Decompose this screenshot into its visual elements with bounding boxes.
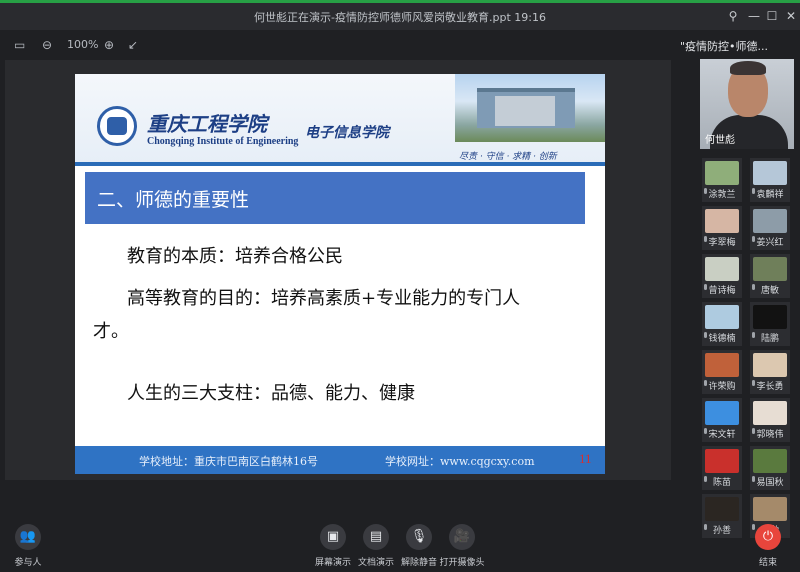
zoom-level: 100%	[67, 38, 99, 51]
sidebar-toggle-icon[interactable]: ▭	[14, 37, 25, 53]
pin-icon[interactable]: ⚲	[725, 8, 741, 24]
school-name-en: Chongqing Institute of Engineering	[147, 136, 299, 147]
host-name: 何世彪	[705, 135, 735, 146]
participant-tile[interactable]: 曾诗梅	[702, 254, 742, 298]
participant-video	[753, 449, 787, 473]
participant-name: 涂敦兰	[708, 190, 736, 200]
window-title: 何世彪正在演示-疫情防控师德师风爱岗敬业教育.ppt 19:16	[254, 11, 546, 24]
participant-name: 许荣购	[708, 382, 736, 392]
viewer-toolbar: ▭ ⊖ 100% ⊕ ↙	[0, 31, 690, 59]
participant-tile[interactable]: 陆鹏	[750, 302, 790, 346]
zoom-out-icon[interactable]: ⊖	[42, 37, 52, 53]
participant-tile[interactable]: 唐敏	[750, 254, 790, 298]
section-title: 二、师德的重要性	[97, 189, 250, 211]
slide-line-2: 高等教育的目的：培养高素质+专业能力的专门人	[127, 288, 521, 309]
participant-video	[705, 497, 739, 521]
participant-video	[705, 449, 739, 473]
participant-tile[interactable]: 钱德楠	[702, 302, 742, 346]
participant-name: 姜兴红	[756, 238, 784, 248]
participant-name: 陆鹏	[760, 334, 779, 344]
participant-tile[interactable]: 姜兴红	[750, 206, 790, 250]
presentation-stage: 重庆工程学院 Chongqing Institute of Engineerin…	[5, 60, 671, 480]
mic-off-icon: 🎙	[406, 524, 432, 550]
slide-line-1: 教育的本质：培养合格公民	[127, 246, 343, 267]
participant-tile[interactable]: 郭晓伟	[750, 398, 790, 442]
school-name-cn: 重庆工程学院	[147, 112, 267, 136]
slide: 重庆工程学院 Chongqing Institute of Engineerin…	[75, 74, 605, 474]
footer-website: 学校网址：www.cqgcxy.com	[385, 455, 535, 468]
page-number: 11	[579, 451, 592, 466]
participant-name: 易国秋	[756, 478, 784, 488]
participant-tile[interactable]: 李长勇	[750, 350, 790, 394]
zoom-in-icon[interactable]: ⊕	[104, 37, 114, 53]
camera-button[interactable]: 🎥 打开摄像头	[430, 524, 494, 568]
section-title-bar: 二、师德的重要性	[85, 172, 585, 224]
participant-tile[interactable]: 陈苗	[702, 446, 742, 490]
panel-title: "疫情防控•师德...	[680, 40, 769, 53]
participant-name: 曾诗梅	[708, 286, 736, 296]
title-bar: 何世彪正在演示-疫情防控师德师风爱岗敬业教育.ppt 19:16 ⚲ — ☐ ✕	[0, 0, 800, 30]
participant-video	[753, 257, 787, 281]
folder-icon: ▤	[363, 524, 389, 550]
host-video[interactable]: 何世彪	[700, 59, 794, 149]
school-motto: 尽责 · 守信 · 求精 · 创新	[459, 152, 557, 162]
participant-name: 陈苗	[712, 478, 731, 488]
participant-tile[interactable]: 宋文轩	[702, 398, 742, 442]
end-meeting-button[interactable]: ⏻ 结束	[736, 524, 800, 568]
slide-footer: 学校地址：重庆市巴南区白鹤林16号 学校网址：www.cqgcxy.com 11	[75, 446, 605, 474]
participant-video	[705, 209, 739, 233]
participant-name: 宋文轩	[708, 430, 736, 440]
bottom-bar: 👥 参与人 ▣ 屏幕演示 ▤ 文档演示 🎙 解除静音 🎥 打开摄像头 ⏻ 结束	[0, 520, 800, 572]
participant-video	[753, 161, 787, 185]
meeting-window: 何世彪正在演示-疫情防控师德师风爱岗敬业教育.ppt 19:16 ⚲ — ☐ ✕…	[0, 0, 800, 572]
screen-icon: ▣	[320, 524, 346, 550]
participant-tile[interactable]: 李翠梅	[702, 206, 742, 250]
people-icon: 👥	[15, 524, 41, 550]
participant-video	[705, 305, 739, 329]
participant-tile[interactable]: 涂敦兰	[702, 158, 742, 202]
participant-name: 唐敏	[760, 286, 779, 296]
school-logo	[97, 106, 137, 146]
participant-tile[interactable]: 袁麟祥	[750, 158, 790, 202]
camera-off-icon: 🎥	[449, 524, 475, 550]
minimize-icon[interactable]: —	[746, 8, 762, 24]
slide-line-4: 人生的三大支柱：品德、能力、健康	[127, 383, 415, 404]
participant-tile[interactable]: 许荣购	[702, 350, 742, 394]
slide-line-3: 才。	[93, 321, 129, 342]
participant-tile[interactable]: 易国秋	[750, 446, 790, 490]
participant-video	[705, 401, 739, 425]
slide-header: 重庆工程学院 Chongqing Institute of Engineerin…	[75, 74, 605, 166]
participant-name: 李长勇	[756, 382, 784, 392]
maximize-icon[interactable]: ☐	[764, 8, 780, 24]
participant-name: 郭晓伟	[756, 430, 784, 440]
shrink-icon[interactable]: ↙	[128, 37, 138, 53]
participant-video	[705, 257, 739, 281]
participant-video	[753, 401, 787, 425]
participant-video	[753, 305, 787, 329]
campus-photo	[455, 74, 605, 142]
department-name: 电子信息学院	[305, 125, 389, 141]
participant-video	[753, 353, 787, 377]
participant-name: 李翠梅	[708, 238, 736, 248]
power-icon: ⏻	[755, 524, 781, 550]
participant-name: 钱德楠	[708, 334, 736, 344]
participants-button[interactable]: 👥 参与人	[0, 524, 60, 568]
close-icon[interactable]: ✕	[783, 8, 799, 24]
footer-address: 学校地址：重庆市巴南区白鹤林16号	[139, 455, 318, 468]
participant-video	[753, 497, 787, 521]
participant-video	[753, 209, 787, 233]
participant-video	[705, 161, 739, 185]
participant-name: 袁麟祥	[756, 190, 784, 200]
participant-video	[705, 353, 739, 377]
